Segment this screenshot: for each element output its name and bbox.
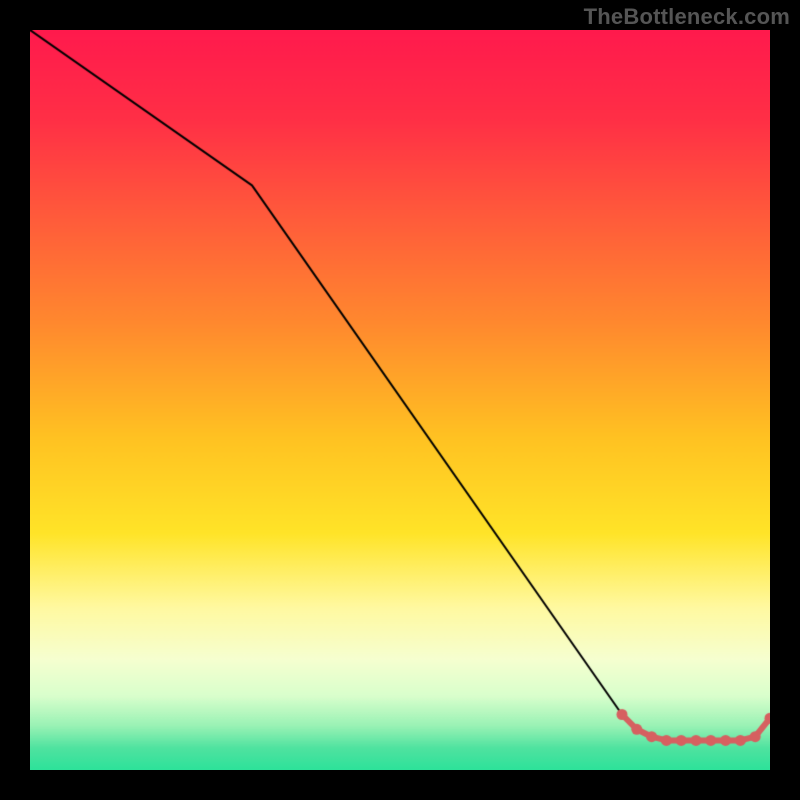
- plot-area: [30, 30, 770, 770]
- chart-root: TheBottleneck.com: [0, 0, 800, 800]
- watermark-text: TheBottleneck.com: [584, 4, 790, 30]
- chart-canvas: [30, 30, 770, 770]
